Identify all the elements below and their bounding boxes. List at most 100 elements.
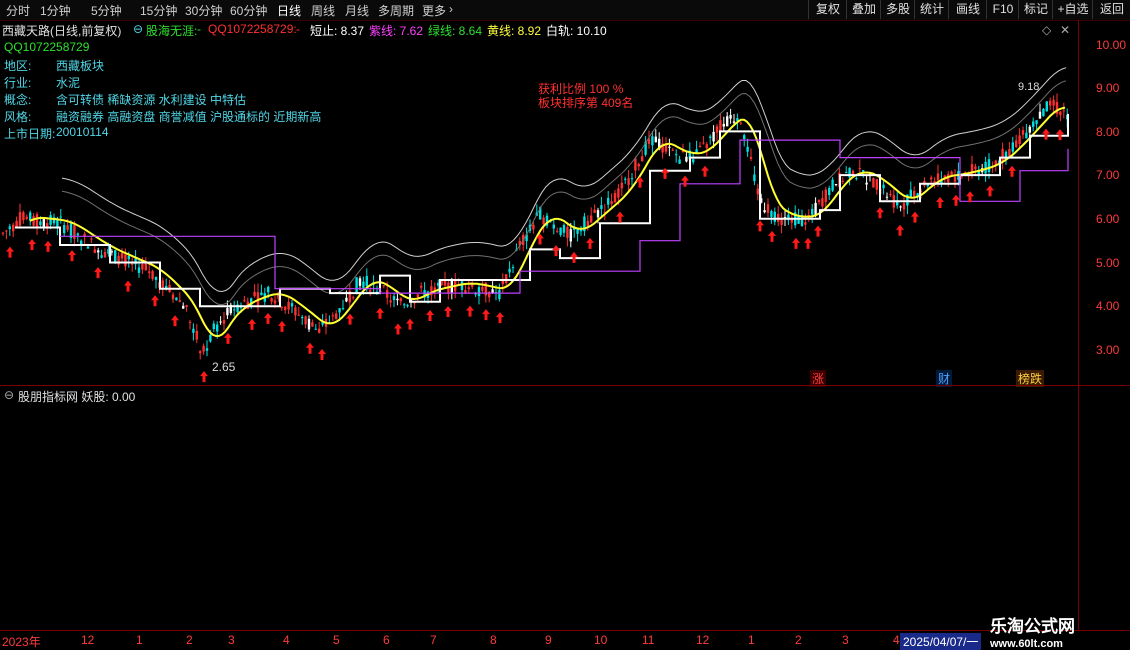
candle-body xyxy=(443,280,447,286)
candle-body xyxy=(770,211,773,217)
candle-body xyxy=(318,328,321,333)
period-toolbar: 分时 1分钟 5分钟 15分钟 30分钟 60分钟 日线 周线 月线 多周期 更… xyxy=(0,0,1130,21)
tab-daily[interactable]: 日线 xyxy=(277,2,301,19)
candle-body xyxy=(766,204,770,213)
candle-body xyxy=(76,233,79,236)
candle-body xyxy=(477,287,481,297)
candle-body xyxy=(1042,108,1045,117)
candle-body xyxy=(1008,149,1011,157)
candle-body xyxy=(297,314,300,316)
date-tick: 1 xyxy=(748,633,755,647)
candle-body xyxy=(243,300,246,302)
candle-body xyxy=(420,285,423,288)
candle-body xyxy=(743,135,746,139)
stock-title: 西藏天路(日线,前复权) xyxy=(2,24,122,38)
high-price-label: 9.18 xyxy=(1018,81,1040,93)
tab-15min[interactable]: 15分钟 xyxy=(140,2,177,19)
candle-body xyxy=(841,180,844,182)
more-chevron-icon[interactable]: › xyxy=(449,2,453,16)
tab-5min[interactable]: 5分钟 xyxy=(91,2,122,19)
buy-arrow-icon xyxy=(911,211,919,223)
candle-body xyxy=(600,205,603,209)
buy-arrow-icon xyxy=(768,230,776,242)
candle-body xyxy=(389,300,392,303)
candle-body xyxy=(610,201,613,205)
candle-body xyxy=(8,226,11,230)
candle-body xyxy=(260,292,263,296)
buy-arrow-icon xyxy=(1008,165,1016,177)
close-icon[interactable]: ✕ xyxy=(1060,23,1070,37)
buy-arrow-icon xyxy=(876,207,884,219)
candle-body xyxy=(182,305,185,309)
tab-30min[interactable]: 30分钟 xyxy=(185,2,222,19)
candle-body xyxy=(301,316,304,319)
candle-body xyxy=(654,136,657,143)
candle-body xyxy=(12,224,15,232)
buy-arrow-icon xyxy=(661,167,669,179)
candle-body xyxy=(576,229,579,234)
candle-body xyxy=(542,217,545,225)
candle-body xyxy=(178,300,181,302)
candle-body xyxy=(692,159,695,163)
multi-stock-button[interactable]: 多股 xyxy=(880,0,915,19)
buy-arrow-icon xyxy=(306,342,314,354)
diamond-icon[interactable]: ◇ xyxy=(1042,23,1051,37)
candle-body xyxy=(987,159,991,172)
candle-body xyxy=(151,271,154,280)
tab-multi-period[interactable]: 多周期 xyxy=(378,2,414,19)
candle-body xyxy=(719,120,722,132)
add-watchlist-button[interactable]: +自选 xyxy=(1052,0,1093,19)
candle-body xyxy=(569,229,572,242)
candle-body xyxy=(131,263,134,265)
candle-body xyxy=(872,178,875,188)
date-tick: 7 xyxy=(430,633,437,647)
tab-weekly[interactable]: 周线 xyxy=(311,2,335,19)
mark-button[interactable]: 标记 xyxy=(1018,0,1053,19)
tab-more[interactable]: 更多 xyxy=(422,2,446,19)
candle-body xyxy=(114,250,117,263)
candle-body xyxy=(22,212,25,221)
candle-body xyxy=(593,209,596,213)
tab-intraday[interactable]: 分时 xyxy=(6,2,30,19)
buy-arrow-icon xyxy=(28,239,36,251)
statistics-button[interactable]: 统计 xyxy=(914,0,949,19)
buy-arrow-icon xyxy=(248,318,256,330)
buy-arrow-icon xyxy=(986,185,994,197)
collapse-icon[interactable]: ⊖ xyxy=(133,22,143,36)
candle-body xyxy=(613,193,617,203)
candle-body xyxy=(192,328,195,333)
y-tick: 3.00 xyxy=(1096,343,1120,357)
candle-body xyxy=(630,178,634,180)
buy-arrow-icon xyxy=(814,225,822,237)
draw-line-button[interactable]: 画线 xyxy=(948,0,987,19)
candle-body xyxy=(97,250,100,253)
watermark-brand: 乐淘公式网 xyxy=(990,617,1075,636)
candle-body xyxy=(930,177,933,180)
candle-body xyxy=(634,158,637,171)
restore-rights-button[interactable]: 复权 xyxy=(808,0,847,19)
white-step-line xyxy=(15,113,1069,308)
candle-body xyxy=(287,301,290,310)
tab-1min[interactable]: 1分钟 xyxy=(40,2,71,19)
sub-panel-title: 股朋指标网 妖股: 0.00 xyxy=(18,390,136,404)
buy-arrow-icon xyxy=(636,176,644,188)
candle-body xyxy=(637,163,640,167)
candle-body xyxy=(641,156,644,162)
candle-body xyxy=(729,115,732,119)
buy-arrow-icon xyxy=(278,320,286,332)
candle-body xyxy=(1011,142,1014,152)
candle-body xyxy=(304,316,307,325)
f10-button[interactable]: F10 xyxy=(986,0,1019,19)
candle-body xyxy=(1025,132,1028,139)
tab-60min[interactable]: 60分钟 xyxy=(230,2,267,19)
sub-panel-collapse-icon[interactable]: ⊖ xyxy=(4,388,14,402)
candle-body xyxy=(1045,101,1048,112)
tab-monthly[interactable]: 月线 xyxy=(345,2,369,19)
panel-separator xyxy=(0,385,1130,386)
axis-separator xyxy=(1078,20,1079,632)
candle-body xyxy=(831,179,834,191)
candle-body xyxy=(732,121,736,123)
candle-body xyxy=(817,200,821,203)
back-button[interactable]: 返回 xyxy=(1092,0,1130,19)
overlay-button[interactable]: 叠加 xyxy=(846,0,881,19)
